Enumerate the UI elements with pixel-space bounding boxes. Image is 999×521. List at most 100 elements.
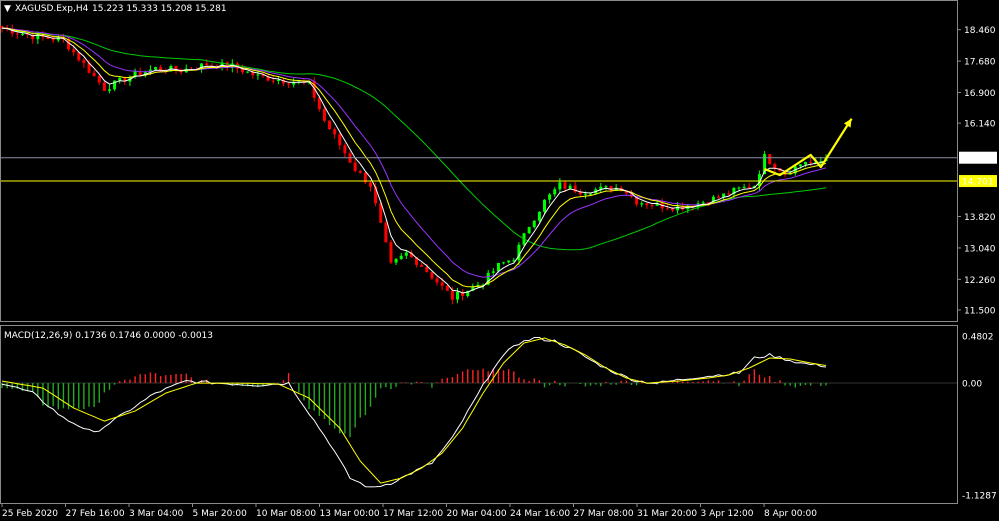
macd-layer: [1, 337, 957, 488]
candle-body: [727, 193, 731, 195]
candle-body: [507, 260, 511, 263]
candle-body: [154, 67, 158, 70]
candle-body: [773, 163, 777, 169]
time-tick-label: 17 Mar 12:00: [383, 509, 443, 519]
candle-body: [15, 33, 19, 35]
chart-title: XAGUSD.Exp,H4: [15, 4, 89, 14]
candle-body: [82, 60, 86, 64]
candle-body: [353, 162, 357, 171]
candle-body: [450, 290, 454, 300]
time-tick-label: 25 Feb 2020: [2, 509, 58, 519]
candle-body: [425, 266, 429, 273]
macd-title: MACD(12,26,9) 0.1736 0.1746 0.0000 -0.00…: [4, 331, 213, 341]
time-tick-label: 10 Mar 08:00: [256, 509, 316, 519]
candle-body: [107, 89, 111, 91]
candle-body: [389, 242, 393, 263]
time-tick-label: 5 Mar 20:00: [193, 509, 248, 519]
candle-body: [399, 255, 403, 260]
candle-body: [292, 82, 296, 85]
candle-body: [276, 79, 280, 81]
time-tick-label: 24 Mar 16:00: [510, 509, 570, 519]
candle-body: [737, 187, 741, 189]
candle-body: [420, 265, 424, 267]
candle-body: [747, 186, 751, 189]
macd-tick-label: 0.00: [962, 380, 982, 390]
ma-long-line: [1, 27, 827, 251]
candle-body: [553, 189, 557, 195]
candle-body: [51, 38, 55, 41]
ma-fast-line: [1, 27, 827, 294]
candle-body: [287, 83, 291, 85]
candle-body: [548, 194, 552, 200]
candle-body: [256, 74, 260, 76]
price-tick-label: 13.820: [964, 213, 996, 223]
ma-slow-line: [1, 27, 827, 278]
time-tick-label: 20 Mar 04:00: [447, 509, 507, 519]
forecast-arrow: [764, 118, 853, 177]
candle-body: [645, 203, 649, 206]
candle-body: [532, 220, 536, 228]
candle-body: [650, 205, 654, 207]
candle-body: [573, 185, 577, 193]
candle-body: [72, 49, 76, 53]
candle-body: [670, 208, 674, 211]
candle-body: [394, 259, 398, 263]
candle-body: [583, 193, 587, 195]
candle-body: [440, 282, 444, 286]
candle-body: [333, 129, 337, 135]
time-tick-label: 27 Mar 08:00: [574, 509, 634, 519]
candle-body: [742, 186, 746, 188]
candle-body: [205, 63, 209, 66]
candle-body: [543, 199, 547, 212]
candle-body: [328, 120, 332, 130]
candle-body: [604, 186, 608, 188]
candle-body: [343, 145, 347, 154]
price-tick-label: 12.260: [964, 276, 996, 286]
price-tick-label: 13.040: [964, 244, 996, 254]
candle-body: [456, 291, 460, 300]
time-tick-label: 13 Mar 00:00: [320, 509, 380, 519]
candle-body: [491, 271, 495, 273]
macd-panel-frame: [0, 325, 958, 504]
candle-body: [246, 71, 250, 73]
price-tick-label: 16.900: [964, 89, 996, 99]
candle-body: [798, 164, 802, 167]
candle-body: [809, 161, 813, 163]
candle-body: [537, 211, 541, 221]
time-tick-label: 3 Mar 04:00: [129, 509, 184, 519]
support-price-label: 14.701: [962, 178, 994, 188]
candle-body: [358, 170, 362, 173]
candle-body: [676, 206, 680, 211]
candle-body: [322, 109, 326, 121]
candle-body: [640, 203, 644, 205]
candle-body: [568, 185, 572, 189]
menu-glyph[interactable]: ▼: [4, 4, 11, 14]
candle-body: [768, 154, 772, 164]
macd-line: [1, 337, 827, 488]
candle-body: [558, 182, 562, 190]
time-tick-label: 31 Mar 20:00: [637, 509, 697, 519]
chart-root: ▼ XAGUSD.Exp,H4 15.223 15.333 15.208 15.…: [0, 0, 997, 519]
candle-body: [717, 196, 721, 198]
candle-body: [435, 278, 439, 283]
candle-body: [384, 222, 388, 243]
price-tick-label: 17.680: [964, 58, 996, 68]
candle-body: [404, 252, 408, 256]
candle-body: [496, 262, 500, 272]
candle-body: [445, 285, 449, 291]
macd-tick-label: -1.1287: [962, 492, 997, 502]
price-tick-label: 11.500: [964, 306, 996, 316]
current-price-label: 15.281: [962, 154, 994, 164]
candle-body: [609, 186, 613, 191]
candle-body: [563, 182, 567, 189]
signal-line: [1, 337, 827, 484]
price-tick-label: 18.460: [964, 26, 996, 36]
price-tick-label: 16.140: [964, 120, 996, 130]
candle-body: [368, 182, 372, 187]
axis-layer: 18.460 17.680 16.900 16.140 15.281 14.701 13.8…: [1, 26, 997, 519]
candle-body: [527, 227, 531, 234]
candles: [0, 24, 828, 305]
time-tick-label: 3 Apr 12:00: [701, 509, 754, 519]
candle-body: [118, 77, 122, 81]
candle-body: [804, 161, 808, 165]
